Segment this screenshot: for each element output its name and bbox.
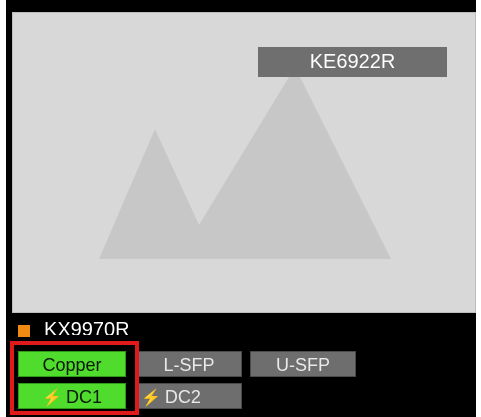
model-badge: KE6922R — [258, 47, 447, 77]
port-l-sfp-label: L-SFP — [163, 355, 215, 375]
bolt-icon: ⚡ — [141, 390, 161, 407]
device-name-row: KX9970R — [18, 319, 318, 343]
port-copper-label: Copper — [42, 355, 102, 375]
port-u-sfp-button[interactable]: U-SFP — [250, 351, 356, 377]
port-u-sfp-label: U-SFP — [276, 355, 330, 375]
power-dc2-label: DC2 — [164, 387, 201, 407]
port-copper-button[interactable]: Copper — [18, 351, 126, 377]
power-dc2-button[interactable]: ⚡ DC2 — [136, 383, 242, 409]
device-name: KX9970R — [44, 319, 130, 341]
bolt-icon: ⚡ — [42, 390, 62, 407]
port-l-sfp-button[interactable]: L-SFP — [136, 351, 242, 377]
power-dc1-button[interactable]: ⚡ DC1 — [18, 383, 126, 409]
power-dc1-label: DC1 — [65, 387, 102, 407]
status-indicator-icon — [18, 325, 30, 337]
